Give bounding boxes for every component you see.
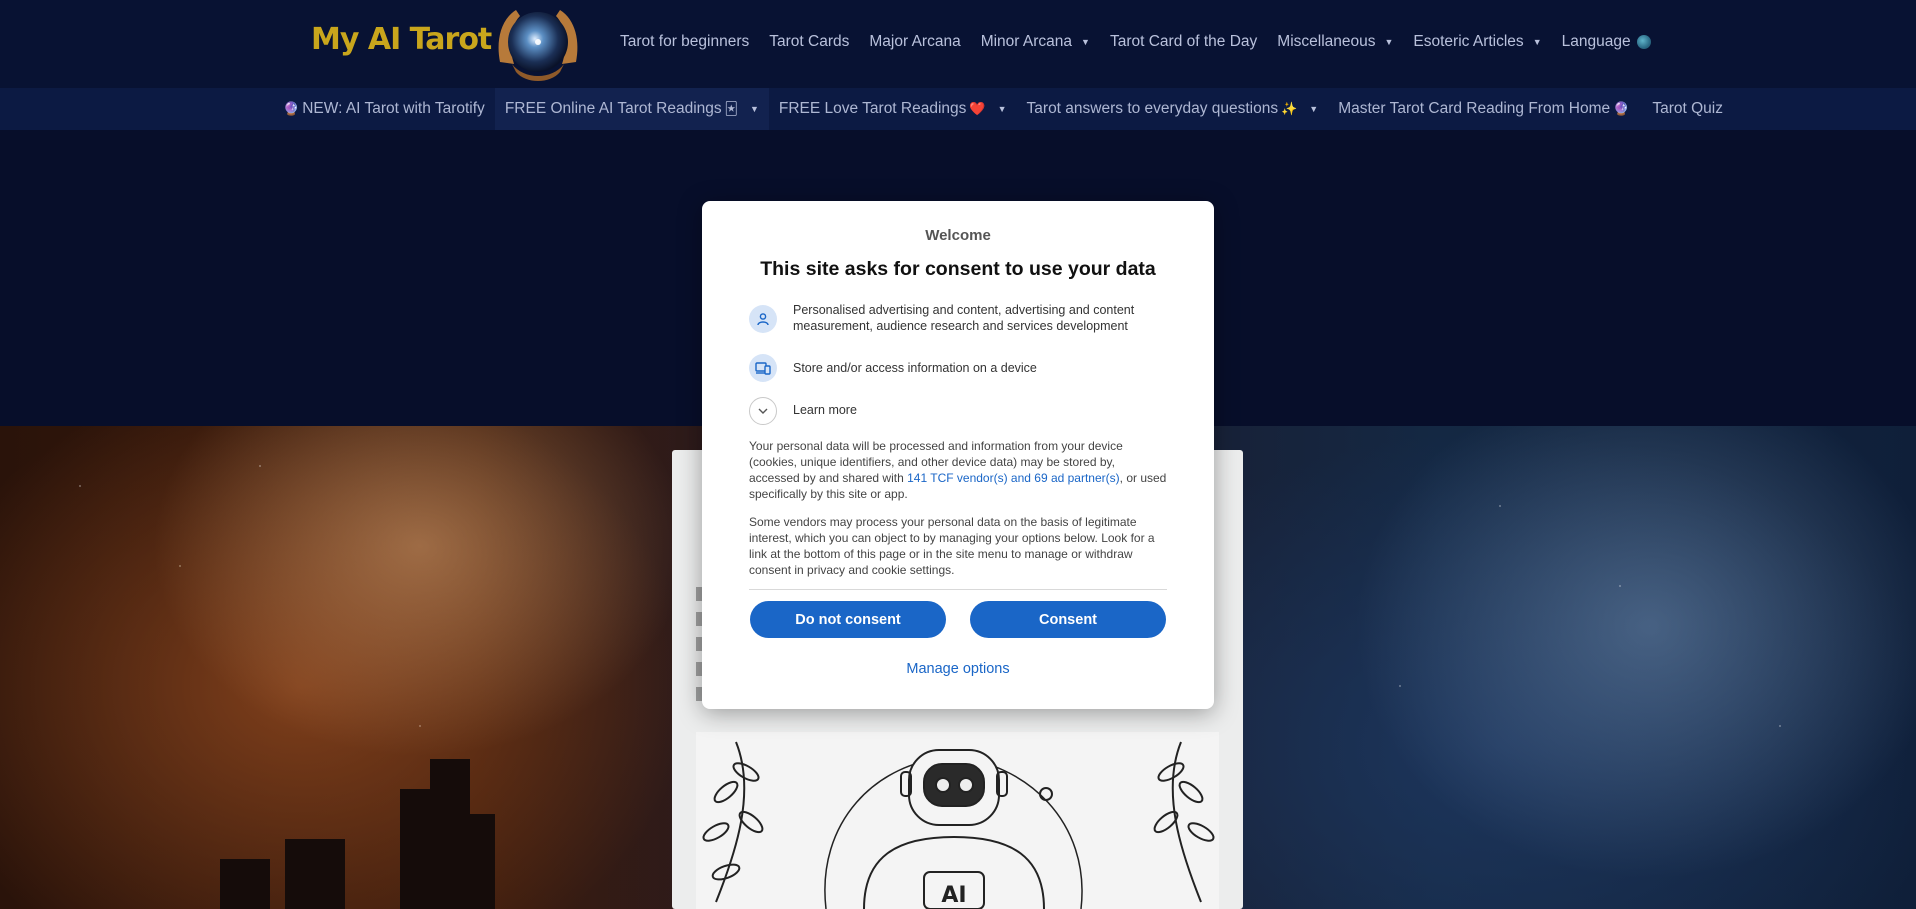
purpose-text: Personalised advertising and content, ad… — [793, 303, 1135, 333]
do-not-consent-button[interactable]: Do not consent — [750, 601, 946, 638]
consent-paragraph-1: Your personal data will be processed and… — [749, 438, 1167, 502]
consent-button[interactable]: Consent — [970, 601, 1166, 638]
chevron-down-icon[interactable] — [749, 397, 777, 425]
consent-title: This site asks for consent to use your d… — [760, 258, 1156, 280]
device-icon — [749, 354, 777, 382]
consent-paragraph-2: Some vendors may process your personal d… — [749, 515, 1155, 577]
divider — [749, 589, 1167, 590]
learn-more-label[interactable]: Learn more — [793, 403, 1173, 419]
purpose-item: Personalised advertising and content, ad… — [749, 303, 1173, 334]
manage-options-link[interactable]: Manage options — [702, 661, 1214, 677]
vendors-link[interactable]: 141 TCF vendor(s) and 69 ad partner(s) — [907, 471, 1120, 485]
learn-more-toggle[interactable]: Learn more — [749, 397, 1173, 425]
person-icon — [749, 305, 777, 333]
purpose-text: Store and/or access information on a dev… — [793, 361, 1037, 375]
consent-dialog: Welcome This site asks for consent to us… — [702, 201, 1214, 709]
purpose-item: Store and/or access information on a dev… — [749, 354, 1173, 382]
consent-welcome: Welcome — [925, 227, 991, 244]
